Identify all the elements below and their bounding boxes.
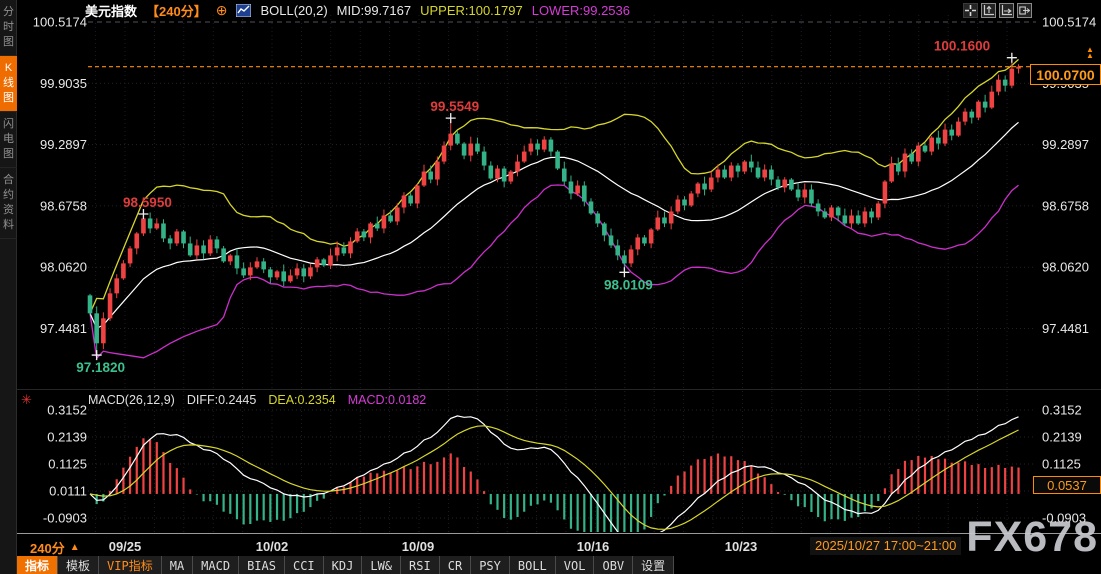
macd-dea-value: DEA:0.2354 [268,393,335,407]
price-up-arrow-icon: ▲▲ [1086,47,1094,58]
date-axis-label: 09/25 [109,539,142,554]
chart-type-icon [236,4,251,17]
tab-OBV[interactable]: OBV [594,556,633,574]
symbol-title: 美元指数 [85,1,137,20]
sidebar-item-0[interactable]: 分时图 [0,0,17,56]
tab-VOL[interactable]: VOL [556,556,595,574]
price-axis-label-right: 97.4481 [1042,321,1089,336]
price-axis-label-left: 98.0620 [40,260,87,275]
tab-模板[interactable]: 模板 [58,556,99,574]
boll-mid-value: MID:99.7167 [337,3,411,18]
macd-title: MACD(26,12,9) [88,393,175,407]
price-axis-label-left: 99.9035 [40,76,87,91]
boll-label: BOLL(20,2) [260,3,327,18]
price-axis-label-left: 97.4481 [40,321,87,336]
sidebar-item-2[interactable]: 闪电图 [0,112,17,168]
macd-axis-label-right: 0.3152 [1042,403,1082,418]
chart-app: 100.5174100.517499.903599.903599.289799.… [0,0,1101,574]
macd-legend: MACD(26,12,9) DIFF:0.2445 DEA:0.2354 MAC… [88,393,426,407]
tab-PSY[interactable]: PSY [471,556,510,574]
sidebar: 分时图K线图闪电图合约资料 [0,0,17,574]
triangle-up-icon: ▲ [70,542,80,553]
tab-LW&[interactable]: LW& [362,556,401,574]
indicator-tab-bar: 指标模板VIP指标MAMACDBIASCCIKDJLW&RSICRPSYBOLL… [17,556,674,574]
period-selector[interactable]: 【240分】 [146,1,207,20]
price-annotation: 99.5549 [430,99,479,114]
price-axis-label-left: 100.5174 [33,15,87,30]
macd-axis-label-right: 0.2139 [1042,429,1082,444]
date-axis-label: 10/02 [256,539,289,554]
tab-MA[interactable]: MA [162,556,193,574]
macd-axis-label-left: 0.3152 [47,403,87,418]
scale-x-icon[interactable] [999,3,1014,18]
macd-macd-value: MACD:0.0182 [348,393,427,407]
date-axis-label: 10/09 [402,539,435,554]
period-chip-label: 240分 [30,538,65,557]
current-price-tag: 100.0700 [1030,64,1101,85]
macd-current-value-tag: 0.0537 [1033,476,1101,494]
chart-toolbar [963,3,1032,18]
boll-upper-value: UPPER:100.1797 [420,3,523,18]
price-axis-label-right: 100.5174 [1042,15,1096,30]
period-chip[interactable]: 240分 ▲ [30,538,80,557]
date-axis-label: 10/16 [577,539,610,554]
sidebar-item-3[interactable]: 合约资料 [0,168,17,239]
tab-BIAS[interactable]: BIAS [239,556,285,574]
crosshair-icon[interactable] [963,3,978,18]
price-axis-label-left: 98.6758 [40,198,87,213]
chart-header: 美元指数 【240分】 ⊕ BOLL(20,2) MID:99.7167 UPP… [85,0,630,20]
tab-设置[interactable]: 设置 [633,556,674,574]
price-annotation: 98.0109 [604,277,653,292]
tab-指标[interactable]: 指标 [17,556,58,574]
boll-lower-value: LOWER:99.2536 [532,3,630,18]
tab-CCI[interactable]: CCI [285,556,324,574]
macd-axis-label-right: 0.1125 [1042,456,1081,471]
price-axis-label-right: 99.2897 [1042,137,1089,152]
tab-KDJ[interactable]: KDJ [324,556,363,574]
price-axis-label-left: 99.2897 [40,137,87,152]
price-annotation: 100.1600 [934,39,990,54]
current-candle-range: 2025/10/27 17:00~21:00 [810,537,961,555]
tab-VIP指标[interactable]: VIP指标 [99,556,162,574]
price-axis-label-right: 98.0620 [1042,260,1089,275]
macd-axis-label-left: 0.1125 [48,456,87,471]
pan-right-icon[interactable] [1017,3,1032,18]
macd-diff-value: DIFF:0.2445 [187,393,256,407]
date-axis-label: 10/23 [725,539,758,554]
price-axis-label-right: 98.6758 [1042,198,1089,213]
scale-y-icon[interactable] [981,3,996,18]
tab-CR[interactable]: CR [440,556,471,574]
add-indicator-icon[interactable]: ⊕ [216,3,228,17]
macd-axis-label-left: -0.0903 [43,510,87,525]
tab-MACD[interactable]: MACD [193,556,239,574]
sidebar-item-1[interactable]: K线图 [0,56,17,112]
price-annotation: 98.5950 [123,195,172,210]
candlestick-chart[interactable]: 100.5174100.517499.903599.903599.289799.… [0,0,1101,574]
tab-RSI[interactable]: RSI [401,556,440,574]
price-annotation: 97.1820 [76,360,125,375]
hot-marker-icon: ✳ [21,392,32,408]
macd-axis-label-left: 0.0111 [49,483,87,498]
tab-BOLL[interactable]: BOLL [510,556,556,574]
watermark: FX678 [966,513,1098,562]
macd-axis-label-left: 0.2139 [47,429,87,444]
